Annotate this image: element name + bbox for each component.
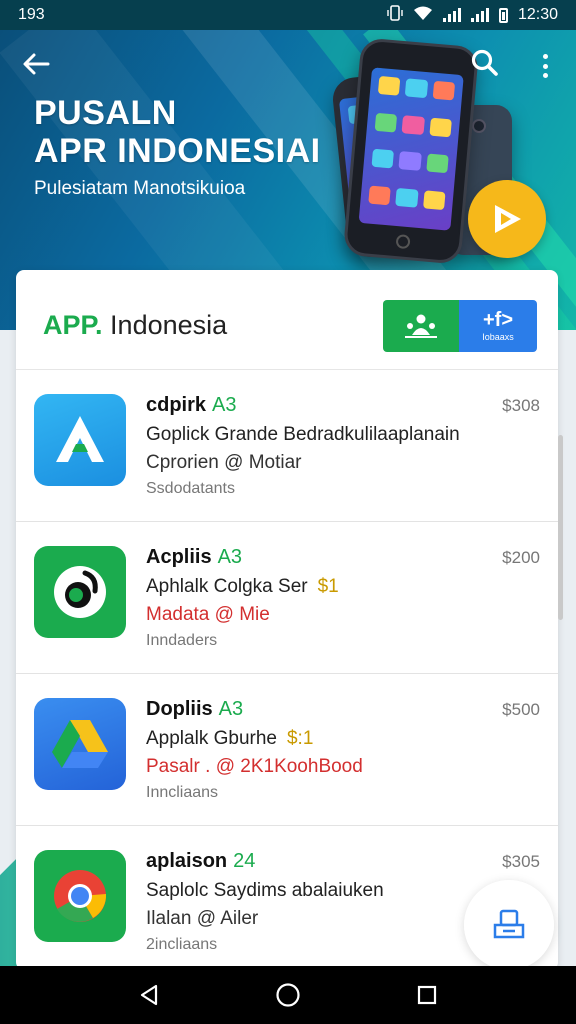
phone-illustration [342,37,480,265]
play-store-badge-icon [468,180,546,258]
hero-title-line1: PUSALN [34,94,177,132]
green-bird-icon [34,546,126,638]
hero-title: PUSALN APR INDONESIAI [34,94,321,170]
people-icon [405,314,437,338]
system-nav-bar [0,966,576,1024]
search-icon[interactable] [470,48,504,82]
app-description: Goplick Grande Bedradkulilaaplanain [146,424,460,445]
app-list-item[interactable]: Dopliis A3 $500 Applalk Gburhe $:1 Pasalr … [16,674,558,826]
app-title: Acpliis A3 [146,546,243,568]
app-developer: Madata @ Mie [146,604,270,625]
hero-title-line2: APR INDONESIAI [34,132,321,170]
more-options-icon[interactable] [534,50,556,82]
add-button[interactable]: +f> Iobaaxs [459,300,537,352]
status-bar: 193 12:30 [0,0,576,30]
signal-icon-2 [470,8,489,22]
app-price: $500 [502,700,540,719]
app-developer: Cprorien @ Motiar [146,452,302,473]
scrollbar[interactable] [558,435,563,620]
app-developer: Ilalan @ Ailer [146,908,259,929]
status-time: 12:30 [517,6,558,23]
chrome-icon [34,850,126,942]
home-circle-icon[interactable] [268,975,308,1015]
add-button-label: +f> [482,308,514,331]
app-list: cdpirk A3 $308 Goplick Grande Bedradkulil… [16,370,558,970]
wifi-icon [413,5,433,26]
app-title: Dopliis A3 [146,698,244,720]
app-title: aplaison 24 [146,850,256,872]
app-list-item[interactable]: cdpirk A3 $308 Goplick Grande Bedradkulil… [16,370,558,522]
vibrate-icon [387,4,403,26]
app-price: $308 [502,396,540,415]
hero-subtitle: Pulesiatam Manotsikuioa [34,178,246,199]
floating-action-button[interactable] [464,880,554,970]
app-category: 2incliaans [146,936,218,953]
battery-icon [498,7,508,23]
drive-icon [34,698,126,790]
app-list-item[interactable]: Acpliis A3 $200 Aphlalk Colgka Ser $1 Mada… [16,522,558,674]
app-category: Inncliaans [146,784,219,801]
app-category: Ssdodatants [146,480,235,497]
app-description: Saplolc Saydims abalaiuken [146,880,384,901]
back-arrow-icon[interactable] [20,48,60,82]
app-description: Applalk Gburhe $:1 [146,728,314,749]
app-description: Aphlalk Colgka Ser $1 [146,576,339,597]
brand-name: Indonesia [102,310,228,340]
app-price: $200 [502,548,540,567]
app-title: cdpirk A3 [146,394,237,416]
app-developer: Pasalr . @ 2K1KoohBood [146,756,363,777]
signal-icon [442,8,461,22]
add-button-sublabel: Iobaaxs [482,331,514,342]
brand-title: APP. Indonesia [43,310,227,341]
app-price: $305 [502,852,540,871]
share-icon [493,909,525,939]
back-triangle-icon[interactable] [129,975,169,1015]
a-letter-icon [34,394,126,486]
brand-accent: APP. [43,310,103,340]
card-header: APP. Indonesia +f> Iobaaxs [16,270,558,370]
status-icons: 12:30 [387,4,558,26]
app-list-card: APP. Indonesia +f> Iobaaxs cdpirk A3 $308… [16,270,558,970]
status-left-text: 193 [18,6,45,23]
app-category: Inndaders [146,632,218,649]
community-button[interactable] [383,300,459,352]
recents-square-icon[interactable] [407,975,447,1015]
